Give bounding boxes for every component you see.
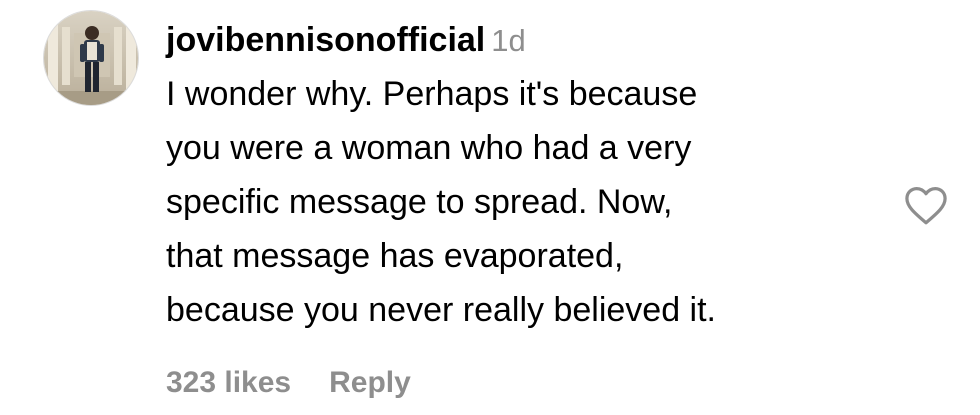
comment: jovibennisonofficial 1d I wonder why. Per… — [0, 0, 980, 415]
comment-timestamp[interactable]: 1d — [491, 23, 525, 58]
comment-text-line: you were a woman who had a very — [166, 129, 692, 167]
comment-actions: 323 likes Reply — [166, 358, 411, 408]
comment-text-line: I wonder why. Perhaps it's because — [166, 75, 698, 113]
comment-text-line: because you never really believed it. — [166, 291, 716, 329]
avatar-photo — [44, 11, 138, 105]
likes-count[interactable]: 323 likes — [166, 366, 291, 399]
comment-body: jovibennisonofficial 1d I wonder why. Per… — [166, 14, 866, 337]
username-link[interactable]: jovibennisonofficial — [166, 21, 485, 59]
comment-text-line: that message has evaporated, — [166, 237, 624, 275]
comment-header: jovibennisonofficial 1d — [166, 14, 866, 67]
comment-text: I wonder why. Perhaps it's because you w… — [166, 67, 866, 337]
reply-button[interactable]: Reply — [329, 366, 411, 399]
heart-outline-icon[interactable] — [903, 184, 949, 226]
avatar[interactable] — [43, 10, 139, 106]
comment-text-line: specific message to spread. Now, — [166, 183, 673, 221]
